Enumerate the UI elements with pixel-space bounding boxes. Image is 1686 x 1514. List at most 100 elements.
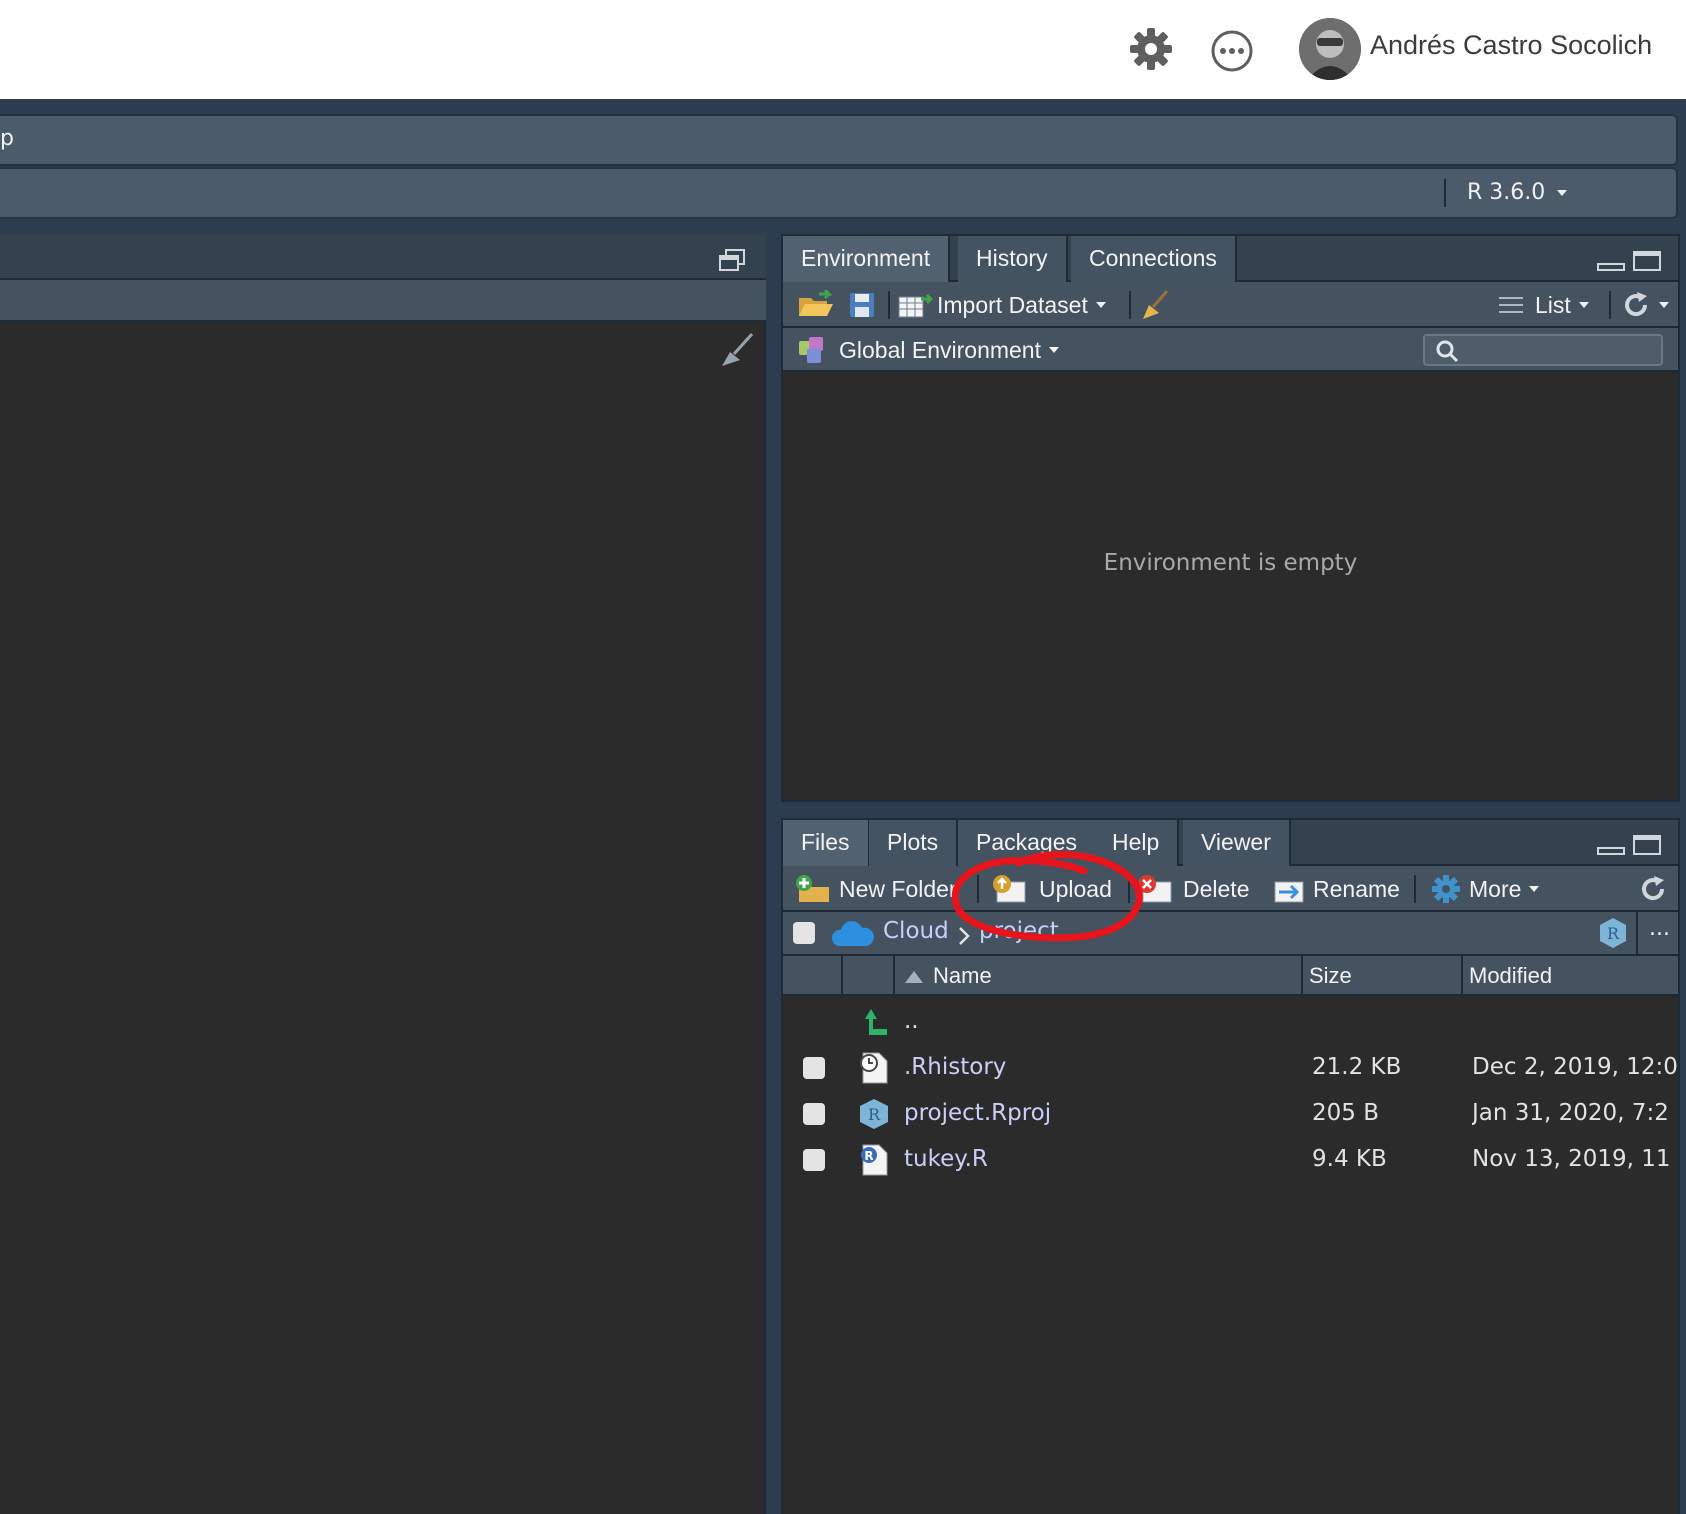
global-environment-dropdown[interactable]: Global Environment — [797, 334, 1059, 366]
tab-plots[interactable]: Plots — [869, 820, 959, 866]
clear-objects-button[interactable] — [1139, 289, 1171, 321]
env-scope-bar: Global Environment — [783, 328, 1678, 372]
import-dataset-dropdown[interactable]: Import Dataset — [897, 289, 1106, 321]
console-tabbar — [0, 234, 766, 280]
delete-icon — [1138, 875, 1172, 903]
clear-console-broom-icon[interactable] — [716, 332, 756, 368]
file-name-link[interactable]: project.Rproj — [904, 1100, 1051, 1126]
file-row[interactable]: R tukey.R 9.4 KB Nov 13, 2019, 11 — [783, 1138, 1678, 1182]
file-checkbox[interactable] — [803, 1103, 825, 1125]
delete-button[interactable]: Delete — [1137, 873, 1249, 905]
rename-button[interactable]: Rename — [1273, 873, 1400, 905]
rename-icon — [1274, 881, 1304, 903]
save-workspace-button[interactable] — [849, 289, 875, 321]
gear-icon — [1432, 875, 1460, 903]
environment-pane: Environment History Connections Import D… — [781, 234, 1680, 802]
search-icon — [1436, 340, 1459, 363]
list-icon — [1499, 297, 1523, 313]
toolbar-separator — [1609, 291, 1611, 319]
upload-button[interactable]: Upload — [991, 873, 1112, 905]
refresh-icon — [1642, 876, 1665, 901]
new-folder-icon — [796, 875, 829, 902]
console-toolbar — [0, 280, 766, 366]
environment-search-input[interactable] — [1423, 334, 1663, 366]
chevron-down-icon — [1557, 190, 1568, 196]
restore-pane-icon[interactable] — [718, 248, 746, 272]
breadcrumb-project[interactable]: project — [979, 918, 1059, 944]
chevron-down-icon — [1659, 302, 1669, 308]
svg-text:R: R — [868, 1105, 881, 1124]
column-header-size[interactable]: Size — [1301, 956, 1461, 996]
refresh-files-button[interactable] — [1638, 873, 1668, 905]
tab-history[interactable]: History — [958, 236, 1068, 282]
file-size: 21.2 KB — [1312, 1054, 1402, 1080]
files-tabbar: Files Plots Packages Help Viewer — [783, 820, 1678, 866]
parent-directory-row[interactable]: .. — [783, 1000, 1678, 1044]
tab-connections[interactable]: Connections — [1071, 236, 1237, 282]
toolbar-separator — [1414, 875, 1416, 903]
view-mode-dropdown[interactable]: List — [1499, 289, 1589, 321]
file-row[interactable]: R project.Rproj 205 B Jan 31, 2020, 7:2 — [783, 1092, 1678, 1136]
rstudio-ide: p R 3.6.0 Environment History Connection… — [0, 99, 1686, 1514]
chevron-down-icon — [1578, 302, 1589, 308]
r-file-icon: R — [861, 1144, 888, 1176]
gear-icon[interactable] — [1128, 26, 1174, 72]
file-name-link[interactable]: tukey.R — [904, 1146, 988, 1172]
file-checkbox[interactable] — [803, 1149, 825, 1171]
main-toolbar: R 3.6.0 — [0, 167, 1678, 219]
env-toolbar: Import Dataset List — [783, 282, 1678, 328]
toolbar-separator — [888, 291, 890, 319]
select-all-checkbox[interactable] — [793, 922, 815, 944]
column-header-name[interactable]: Name — [893, 956, 1301, 996]
pane-window-buttons-icon[interactable] — [1596, 834, 1662, 856]
r-version-dropdown[interactable]: R 3.6.0 — [1467, 180, 1568, 205]
go-to-directory-button[interactable]: ... — [1649, 916, 1670, 941]
file-size: 9.4 KB — [1312, 1146, 1387, 1172]
environment-empty-message: Environment is empty — [1103, 550, 1358, 576]
header-icon-column — [841, 956, 893, 996]
tab-files[interactable]: Files — [783, 820, 870, 866]
file-name-link[interactable]: .Rhistory — [904, 1054, 1006, 1080]
user-avatar[interactable] — [1299, 18, 1361, 80]
menu-item-partial[interactable]: p — [0, 126, 14, 151]
chevron-right-icon — [959, 927, 970, 945]
import-table-icon — [898, 293, 933, 318]
broom-icon — [1143, 290, 1169, 319]
env-tabbar: Environment History Connections — [783, 236, 1678, 282]
rproj-file-icon: R — [860, 1099, 888, 1129]
more-menu-button[interactable]: More — [1431, 873, 1540, 905]
sort-ascending-icon — [905, 971, 923, 983]
chevron-down-icon — [1095, 302, 1106, 308]
files-breadcrumb-bar: Cloud project R ... — [783, 912, 1678, 956]
more-dots-icon[interactable] — [1210, 29, 1254, 73]
user-name[interactable]: Andrés Castro Socolich — [1370, 30, 1652, 61]
file-checkbox[interactable] — [803, 1057, 825, 1079]
toolbar-separator — [1128, 875, 1130, 903]
toolbar-separator — [1444, 179, 1446, 207]
file-size: 205 B — [1312, 1100, 1379, 1126]
load-workspace-button[interactable] — [797, 289, 835, 321]
file-modified: Jan 31, 2020, 7:2 — [1472, 1100, 1669, 1126]
toolbar-separator — [1636, 912, 1638, 956]
files-table-header: Name Size Modified — [783, 956, 1678, 996]
svg-text:R: R — [864, 1149, 873, 1163]
chevron-down-icon — [1049, 347, 1059, 353]
refresh-icon — [1625, 292, 1648, 317]
breadcrumb-cloud[interactable]: Cloud — [883, 918, 949, 944]
files-pane: Files Plots Packages Help Viewer New Fol… — [781, 818, 1680, 1514]
parent-directory-link[interactable]: .. — [904, 1008, 919, 1034]
refresh-environment-button[interactable] — [1621, 289, 1669, 321]
tab-help[interactable]: Help — [1094, 820, 1180, 866]
tab-viewer[interactable]: Viewer — [1183, 820, 1291, 866]
menu-bar: p — [0, 114, 1678, 166]
svg-text:R: R — [1607, 924, 1620, 943]
rproj-icon[interactable]: R — [1597, 917, 1629, 949]
new-folder-button[interactable]: New Folder — [795, 873, 955, 905]
column-header-modified[interactable]: Modified — [1461, 956, 1682, 996]
tab-packages[interactable]: Packages — [958, 820, 1098, 866]
pane-window-buttons-icon[interactable] — [1596, 250, 1662, 272]
file-row[interactable]: .Rhistory 21.2 KB Dec 2, 2019, 12:0 — [783, 1046, 1678, 1090]
tab-environment[interactable]: Environment — [783, 236, 951, 282]
environment-cubes-icon — [799, 337, 823, 363]
toolbar-separator — [1129, 291, 1131, 319]
